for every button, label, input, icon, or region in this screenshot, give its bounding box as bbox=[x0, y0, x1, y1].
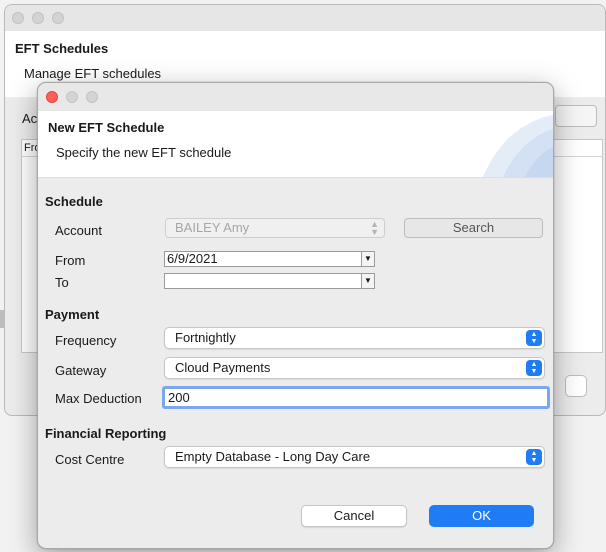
back-field[interactable] bbox=[555, 105, 597, 127]
gateway-value: Cloud Payments bbox=[175, 360, 271, 375]
max-deduction-input[interactable]: 200 bbox=[162, 386, 550, 409]
cost-centre-select[interactable]: Empty Database - Long Day Care ▲ ▼ bbox=[164, 446, 545, 468]
dialog-header: New EFT Schedule Specify the new EFT sch… bbox=[38, 111, 553, 178]
gateway-select[interactable]: Cloud Payments ▲ ▼ bbox=[164, 357, 545, 379]
left-edge-strip bbox=[0, 310, 5, 328]
account-label: Account bbox=[55, 223, 102, 238]
dropdown-arrow-icon[interactable]: ▼ bbox=[361, 252, 374, 266]
financial-reporting-section-label: Financial Reporting bbox=[45, 426, 167, 441]
back-window-title: EFT Schedules bbox=[15, 41, 109, 56]
dialog-subtitle: Specify the new EFT schedule bbox=[56, 145, 232, 160]
gateway-label: Gateway bbox=[55, 363, 107, 378]
cost-centre-value: Empty Database - Long Day Care bbox=[175, 449, 371, 464]
max-deduction-value: 200 bbox=[168, 390, 190, 405]
from-date-field[interactable]: 6/9/2021 ▼ bbox=[164, 251, 375, 267]
frequency-label: Frequency bbox=[55, 333, 117, 348]
dropdown-arrow-icon[interactable]: ▼ bbox=[361, 274, 374, 288]
to-date-field[interactable]: ▼ bbox=[164, 273, 375, 289]
back-minimize-button[interactable] bbox=[32, 12, 44, 24]
zoom-button[interactable] bbox=[86, 91, 98, 103]
cost-centre-label: Cost Centre bbox=[55, 452, 125, 467]
new-eft-schedule-dialog: New EFT Schedule Specify the new EFT sch… bbox=[37, 82, 554, 549]
dialog-titlebar bbox=[38, 83, 553, 111]
max-deduction-label: Max Deduction bbox=[55, 391, 142, 406]
close-button[interactable] bbox=[46, 91, 58, 103]
from-date-value: 6/9/2021 bbox=[167, 251, 218, 266]
ok-button[interactable]: OK bbox=[429, 505, 534, 527]
back-window-subtitle: Manage EFT schedules bbox=[24, 66, 162, 81]
to-label: To bbox=[55, 275, 69, 290]
up-down-arrows-icon: ▲ ▼ bbox=[370, 219, 379, 237]
chevron-up-down-icon: ▲ ▼ bbox=[526, 360, 542, 376]
back-zoom-button[interactable] bbox=[52, 12, 64, 24]
frequency-value: Fortnightly bbox=[175, 330, 236, 345]
cancel-button[interactable]: Cancel bbox=[301, 505, 407, 527]
back-close-button[interactable] bbox=[12, 12, 24, 24]
chevron-up-down-icon: ▲ ▼ bbox=[526, 449, 542, 465]
payment-section-label: Payment bbox=[45, 307, 100, 322]
minimize-button[interactable] bbox=[66, 91, 78, 103]
dialog-title: New EFT Schedule bbox=[48, 120, 165, 135]
account-value: BAILEY Amy bbox=[175, 220, 250, 235]
chevron-up-down-icon: ▲ ▼ bbox=[526, 330, 542, 346]
from-label: From bbox=[55, 253, 86, 268]
account-select: BAILEY Amy ▲ ▼ bbox=[165, 218, 385, 238]
search-button: Search bbox=[404, 218, 543, 238]
frequency-select[interactable]: Fortnightly ▲ ▼ bbox=[164, 327, 545, 349]
header-swoosh-decoration bbox=[483, 115, 553, 177]
back-titlebar bbox=[5, 5, 605, 31]
back-button[interactable] bbox=[565, 375, 587, 397]
schedule-section-label: Schedule bbox=[45, 194, 103, 209]
